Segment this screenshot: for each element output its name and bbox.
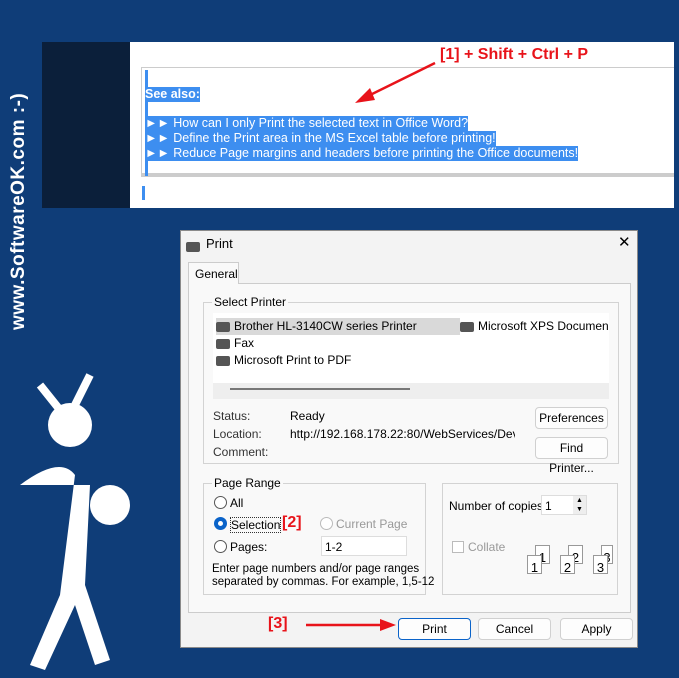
printer-list[interactable]: Brother HL-3140CW series Printer Fax Mic… bbox=[213, 313, 609, 383]
stick-figure-logo bbox=[20, 373, 130, 670]
select-printer-group: Select Printer Brother HL-3140CW series … bbox=[203, 295, 619, 475]
printer-item-xps[interactable]: Microsoft XPS Documen bbox=[460, 318, 609, 335]
link-1[interactable]: ►► How can I only Print the selected tex… bbox=[145, 116, 469, 131]
printer-icon bbox=[216, 355, 230, 366]
dialog-title: Print bbox=[206, 236, 233, 251]
printer-icon bbox=[216, 321, 230, 332]
fax-icon bbox=[216, 338, 230, 349]
text-cursor bbox=[142, 186, 145, 200]
pages-input[interactable]: 1-2 bbox=[321, 536, 407, 556]
copies-spinner[interactable]: ▲ ▼ bbox=[573, 496, 586, 514]
preferences-button[interactable]: Preferences bbox=[535, 407, 608, 429]
find-printer-button[interactable]: Find Printer... bbox=[535, 437, 608, 475]
annotation-step1: [1] + Shift + Ctrl + P bbox=[440, 46, 589, 63]
label-current-page: Current Page bbox=[336, 517, 408, 531]
page-range-label: Page Range bbox=[212, 476, 283, 490]
label-selection: Selection bbox=[230, 517, 282, 533]
arrow-step3 bbox=[306, 619, 396, 631]
page-icon: 3 bbox=[593, 555, 608, 575]
copies-label: Number of copies: bbox=[449, 499, 547, 513]
printer-icon bbox=[460, 321, 474, 332]
collate-checkbox[interactable] bbox=[452, 541, 464, 553]
printer-name: Microsoft Print to PDF bbox=[234, 353, 352, 367]
scrollbar-thumb[interactable] bbox=[230, 388, 410, 390]
radio-all[interactable] bbox=[214, 496, 227, 509]
label-all: All bbox=[230, 496, 244, 510]
page-icon: 2 bbox=[560, 555, 575, 575]
location-label: Location: bbox=[213, 427, 262, 441]
annotation-step3: [3] bbox=[268, 615, 288, 632]
copies-group: Number of copies: 1 ▲ ▼ Collate 1 1 2 2 3… bbox=[442, 483, 618, 595]
tab-general[interactable]: General bbox=[188, 262, 239, 284]
link-3[interactable]: ►► Reduce Page margins and headers befor… bbox=[145, 146, 579, 161]
page-icon: 1 bbox=[527, 555, 542, 575]
page-range-help-2: separated by commas. For example, 1,5-12 bbox=[212, 576, 435, 588]
printer-name: Fax bbox=[234, 336, 255, 350]
apply-button[interactable]: Apply bbox=[560, 618, 633, 640]
print-dialog: Print ✕ General Select Printer Brother H… bbox=[180, 230, 638, 648]
document-margin bbox=[42, 42, 130, 208]
link-2[interactable]: ►► Define the Print area in the MS Excel… bbox=[145, 131, 496, 146]
radio-pages[interactable] bbox=[214, 540, 227, 553]
horizontal-scrollbar[interactable] bbox=[213, 383, 609, 399]
annotation-step2: [2] bbox=[282, 514, 302, 531]
print-button[interactable]: Print bbox=[398, 618, 471, 640]
location-value: http://192.168.178.22:80/WebServices/Dev… bbox=[290, 427, 515, 441]
collate-label: Collate bbox=[468, 540, 506, 554]
printer-item-brother[interactable]: Brother HL-3140CW series Printer bbox=[216, 318, 460, 335]
printer-item-fax[interactable]: Fax bbox=[216, 335, 254, 352]
printer-item-pdf[interactable]: Microsoft Print to PDF bbox=[216, 352, 351, 369]
page-range-group: Page Range All Selection [2] Current Pag… bbox=[203, 476, 434, 595]
cancel-button[interactable]: Cancel bbox=[478, 618, 551, 640]
see-also-heading: See also: bbox=[145, 87, 200, 102]
status-label: Status: bbox=[213, 409, 251, 423]
radio-selection[interactable] bbox=[214, 517, 227, 530]
comment-label: Comment: bbox=[213, 445, 269, 459]
arrow-step1 bbox=[355, 61, 436, 103]
radio-current-page bbox=[320, 517, 333, 530]
status-value: Ready bbox=[290, 409, 325, 423]
label-pages: Pages: bbox=[230, 540, 268, 554]
select-printer-label: Select Printer bbox=[212, 295, 289, 309]
printer-icon bbox=[186, 241, 200, 252]
page-range-help: Enter page numbers and/or page ranges bbox=[212, 563, 420, 575]
printer-name: Microsoft XPS Documen bbox=[478, 319, 609, 333]
close-icon[interactable]: ✕ bbox=[618, 233, 631, 251]
watermark-side-text: www.SoftwareOK.com :-) bbox=[8, 92, 29, 330]
printer-name: Brother HL-3140CW series Printer bbox=[234, 319, 417, 333]
